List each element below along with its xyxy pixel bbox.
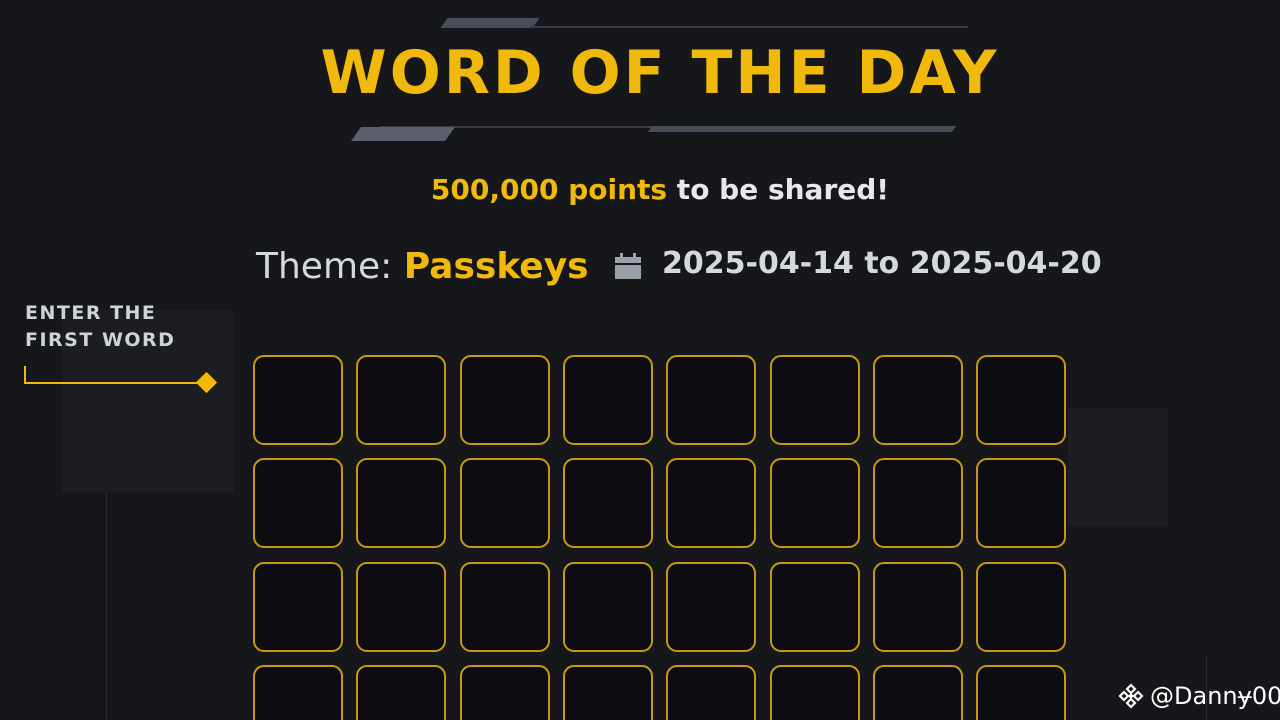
title-decoration-top-line: [530, 26, 968, 28]
letter-cell[interactable]: [253, 665, 343, 720]
letter-cell[interactable]: [460, 665, 550, 720]
letter-cell[interactable]: [563, 665, 653, 720]
prompt-pointer-line: [24, 382, 204, 384]
binance-logo-icon: [1118, 683, 1144, 709]
watermark: @Dannɏ00: [1118, 680, 1280, 712]
calendar-icon: [615, 253, 641, 279]
letter-cell[interactable]: [460, 562, 550, 652]
letter-cell[interactable]: [666, 458, 756, 548]
letter-cell[interactable]: [770, 458, 860, 548]
prompt-pointer-diamond: [195, 371, 218, 394]
prompt-line: FIRST WORD: [25, 329, 176, 351]
theme-label: Theme:: [256, 246, 404, 287]
prize-description: to be shared!: [667, 173, 890, 206]
watermark-text: @Dannɏ00: [1150, 682, 1280, 710]
letter-cell[interactable]: [873, 458, 963, 548]
letter-cell[interactable]: [873, 355, 963, 445]
theme-value: Passkeys: [403, 246, 589, 287]
title-decoration-top: [440, 18, 540, 28]
letter-cell[interactable]: [563, 562, 653, 652]
letter-cell[interactable]: [770, 562, 860, 652]
letter-cell[interactable]: [976, 355, 1066, 445]
enter-word-prompt: ENTER THE FIRST WORD: [25, 300, 175, 354]
letter-cell[interactable]: [356, 458, 446, 548]
letter-cell[interactable]: [253, 355, 343, 445]
letter-cell[interactable]: [460, 355, 550, 445]
letter-cell[interactable]: [666, 355, 756, 445]
letter-cell[interactable]: [356, 562, 446, 652]
theme-line: Theme: Passkeys: [256, 244, 589, 289]
prize-text: 500,000 points to be shared!: [0, 172, 1280, 208]
prize-amount: 500,000 points: [430, 173, 668, 206]
letter-cell[interactable]: [873, 562, 963, 652]
letter-cell[interactable]: [770, 665, 860, 720]
letter-cell[interactable]: [976, 458, 1066, 548]
letter-cell[interactable]: [976, 665, 1066, 720]
title-decoration-bottom: [351, 127, 455, 141]
title-decoration-bottom: [647, 126, 957, 132]
letter-cell[interactable]: [666, 562, 756, 652]
prompt-line: ENTER THE: [25, 302, 157, 324]
letter-cell[interactable]: [976, 562, 1066, 652]
letter-cell[interactable]: [253, 458, 343, 548]
date-range: 2025-04-14 to 2025-04-20: [662, 246, 1102, 281]
letter-cell[interactable]: [873, 665, 963, 720]
letter-cell[interactable]: [563, 355, 653, 445]
letter-cell[interactable]: [563, 458, 653, 548]
page-title: WORD OF THE DAY: [320, 38, 1000, 108]
letter-cell[interactable]: [253, 562, 343, 652]
letter-cell[interactable]: [460, 458, 550, 548]
letter-cell[interactable]: [666, 665, 756, 720]
letter-cell[interactable]: [770, 355, 860, 445]
background-panel: [1068, 408, 1168, 526]
background-line: [106, 492, 107, 720]
letter-cell[interactable]: [356, 665, 446, 720]
letter-cell[interactable]: [356, 355, 446, 445]
